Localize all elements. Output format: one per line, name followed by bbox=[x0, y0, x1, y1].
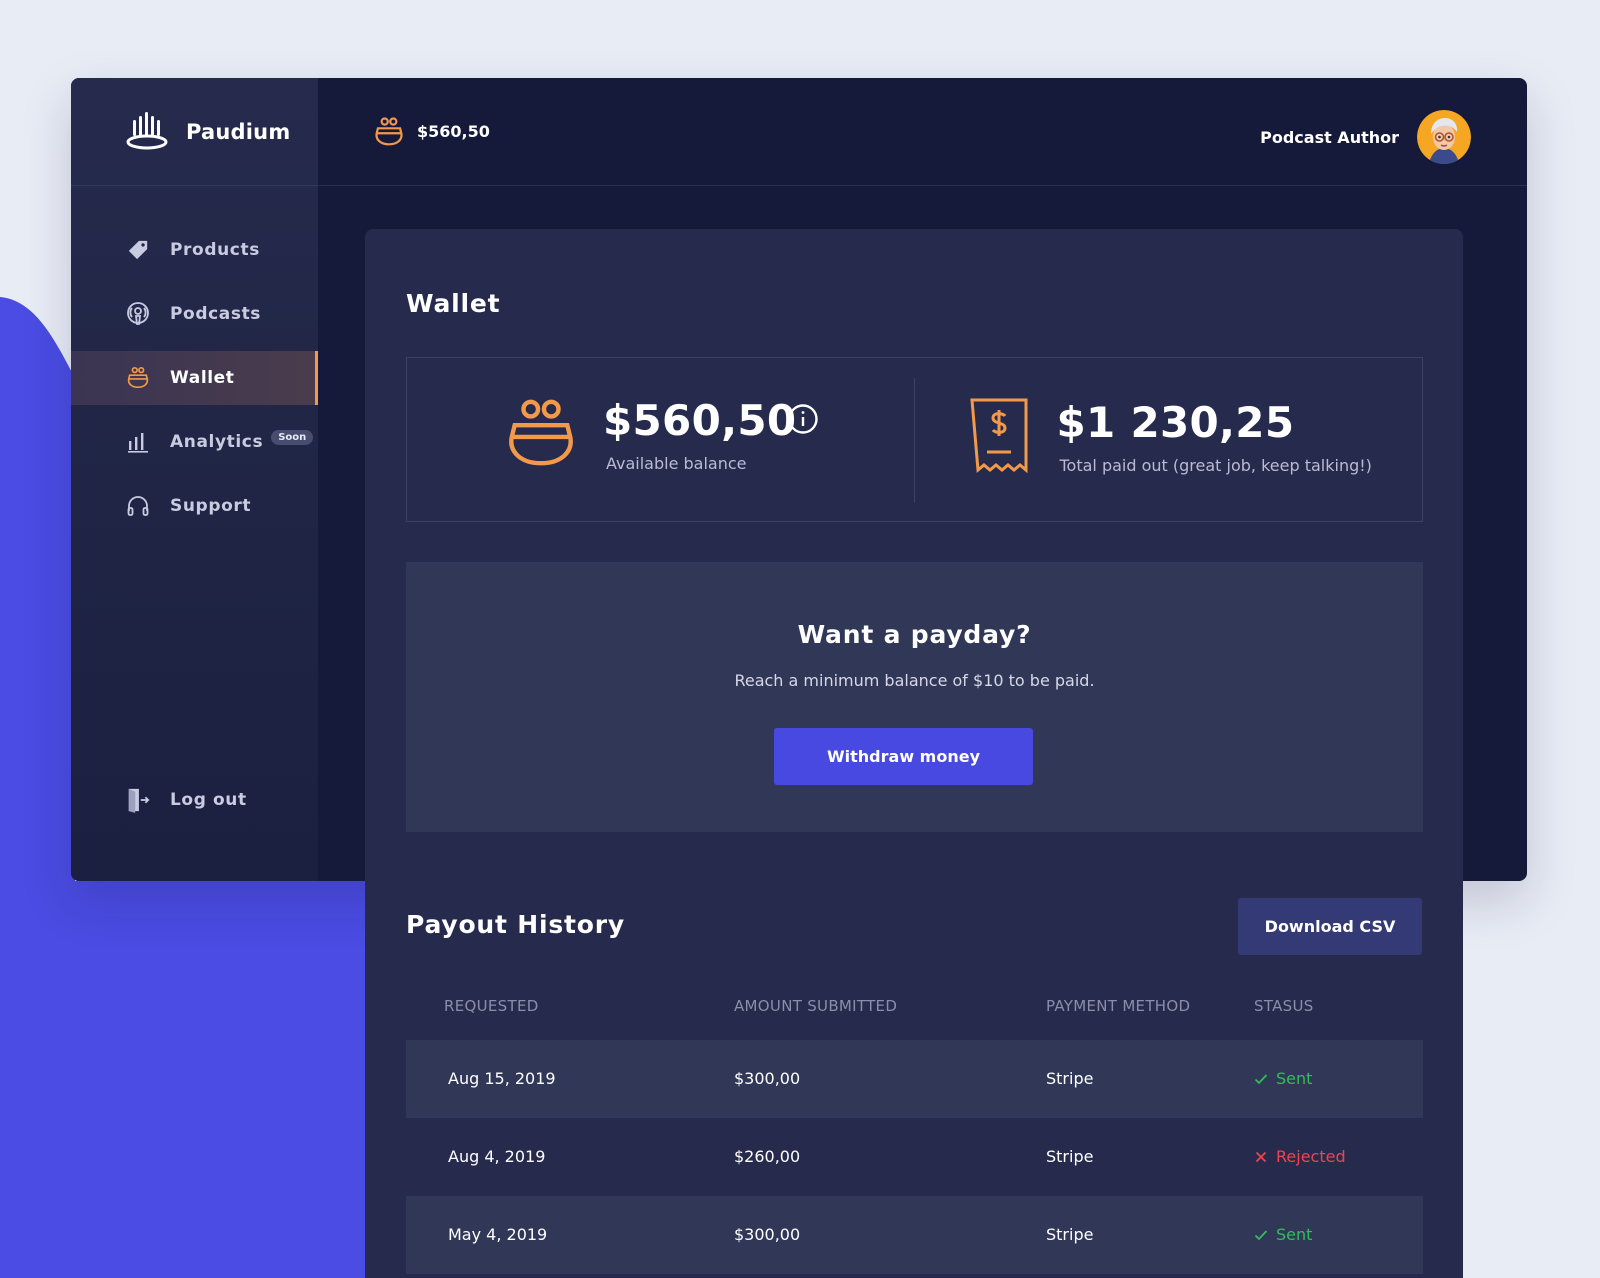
withdraw-money-button[interactable]: Withdraw money bbox=[774, 728, 1033, 785]
brand-name: Paudium bbox=[186, 119, 291, 144]
wallet-stats: $560,50 Available balance $1 230,25 Tota… bbox=[406, 357, 1423, 522]
status-badge: Sent bbox=[1254, 1225, 1312, 1244]
available-balance-value: $560,50 bbox=[603, 396, 797, 445]
receipt-dollar-icon bbox=[969, 398, 1027, 474]
check-icon bbox=[1254, 1073, 1268, 1084]
sidebar-item-label: Analytics bbox=[170, 432, 264, 452]
total-paid-stat: $1 230,25 Total paid out (great job, kee… bbox=[915, 358, 1423, 521]
payday-subtitle: Reach a minimum balance of $10 to be pai… bbox=[734, 671, 1095, 690]
user-menu[interactable]: Podcast Author bbox=[1260, 110, 1471, 164]
total-paid-value: $1 230,25 bbox=[1056, 398, 1295, 447]
tag-icon bbox=[126, 238, 150, 262]
column-header-requested[interactable]: REQUESTED bbox=[444, 997, 539, 1015]
status-label: Sent bbox=[1276, 1069, 1313, 1088]
payment-method: Stripe bbox=[1046, 1147, 1094, 1166]
payment-method: Stripe bbox=[1046, 1225, 1094, 1244]
requested-date: May 4, 2019 bbox=[448, 1225, 548, 1244]
page-title: Wallet bbox=[406, 289, 501, 318]
status-label: Sent bbox=[1276, 1225, 1313, 1244]
requested-date: Aug 4, 2019 bbox=[448, 1147, 546, 1166]
table-row[interactable]: Aug 15, 2019 $300,00 Stripe Sent bbox=[406, 1040, 1423, 1118]
available-balance-label: Available balance bbox=[606, 454, 747, 473]
wallet-panel: Wallet $560,50 Available balance $1 230,… bbox=[365, 229, 1463, 1278]
sidebar-nav: Products Podcasts Wallet Analytics Soon bbox=[71, 223, 318, 543]
sidebar-item-products[interactable]: Products bbox=[71, 223, 318, 277]
bar-chart-icon bbox=[126, 430, 150, 454]
logout-icon bbox=[126, 788, 150, 813]
soon-badge: Soon bbox=[271, 429, 314, 445]
headphones-icon bbox=[126, 494, 150, 518]
header-balance-value: $560,50 bbox=[417, 122, 490, 141]
user-name: Podcast Author bbox=[1260, 127, 1399, 147]
top-bar: $560,50 Podcast Author bbox=[318, 78, 1527, 186]
paudium-logo-icon bbox=[126, 111, 168, 149]
sidebar-item-support[interactable]: Support bbox=[71, 479, 318, 533]
table-row[interactable]: Aug 4, 2019 $260,00 Stripe Rejected bbox=[406, 1118, 1423, 1196]
avatar[interactable] bbox=[1417, 110, 1471, 164]
table-header: REQUESTED AMOUNT SUBMITTED PAYMENT METHO… bbox=[406, 997, 1423, 1017]
total-paid-label: Total paid out (great job, keep talking!… bbox=[1059, 456, 1372, 475]
logout-button[interactable]: Log out bbox=[71, 773, 318, 827]
column-header-amount[interactable]: AMOUNT SUBMITTED bbox=[734, 997, 897, 1015]
header-balance[interactable]: $560,50 bbox=[373, 116, 490, 148]
sidebar-item-label: Podcasts bbox=[170, 304, 262, 324]
payout-history-title: Payout History bbox=[406, 910, 626, 939]
status-badge: Rejected bbox=[1254, 1147, 1346, 1166]
amount: $260,00 bbox=[734, 1147, 801, 1166]
table-row[interactable]: May 4, 2019 $300,00 Stripe Sent bbox=[406, 1196, 1423, 1274]
wallet-icon bbox=[126, 366, 150, 390]
close-icon bbox=[1255, 1151, 1267, 1162]
sidebar-item-label: Products bbox=[170, 240, 260, 260]
sidebar-item-analytics[interactable]: Analytics Soon bbox=[71, 415, 318, 469]
status-badge: Sent bbox=[1254, 1069, 1312, 1088]
brand[interactable]: Paudium bbox=[71, 78, 318, 186]
column-header-method[interactable]: PAYMENT METHOD bbox=[1046, 997, 1190, 1015]
payout-table: Aug 15, 2019 $300,00 Stripe Sent Aug 4, … bbox=[406, 1040, 1423, 1274]
sidebar-item-wallet[interactable]: Wallet bbox=[71, 351, 318, 405]
info-icon[interactable] bbox=[787, 403, 819, 435]
sidebar: Paudium Products Podcasts Wallet Analyti… bbox=[71, 78, 318, 881]
payday-card: Want a payday? Reach a minimum balance o… bbox=[406, 562, 1423, 832]
wallet-icon bbox=[509, 399, 573, 466]
sidebar-item-label: Wallet bbox=[170, 368, 235, 388]
requested-date: Aug 15, 2019 bbox=[448, 1069, 556, 1088]
logout-label: Log out bbox=[170, 790, 247, 810]
wallet-icon bbox=[373, 116, 405, 148]
available-balance-stat: $560,50 Available balance bbox=[407, 358, 915, 521]
download-csv-button[interactable]: Download CSV bbox=[1238, 898, 1422, 955]
status-label: Rejected bbox=[1276, 1147, 1346, 1166]
sidebar-item-podcasts[interactable]: Podcasts bbox=[71, 287, 318, 341]
amount: $300,00 bbox=[734, 1225, 801, 1244]
check-icon bbox=[1254, 1229, 1268, 1240]
podcast-icon bbox=[126, 302, 150, 326]
payday-title: Want a payday? bbox=[797, 620, 1032, 649]
payment-method: Stripe bbox=[1046, 1069, 1094, 1088]
sidebar-item-label: Support bbox=[170, 496, 252, 516]
column-header-status[interactable]: STASUS bbox=[1254, 997, 1314, 1015]
amount: $300,00 bbox=[734, 1069, 801, 1088]
